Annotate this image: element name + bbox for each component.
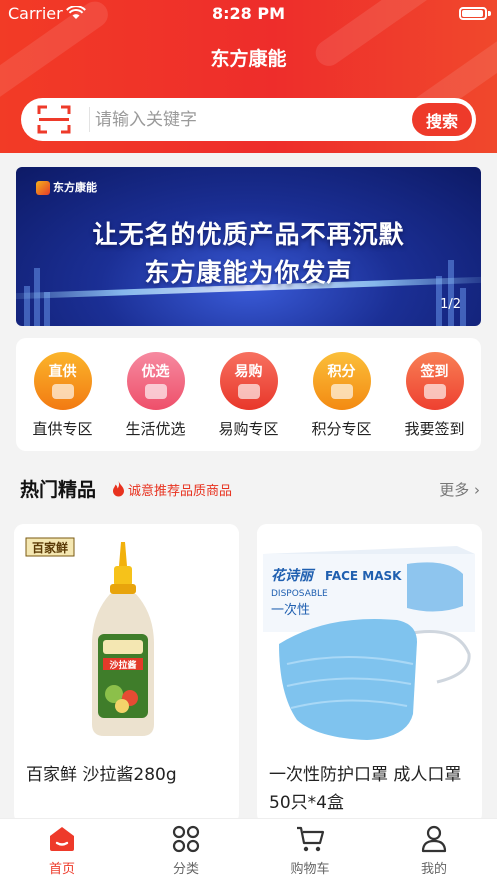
category-label: 生活优选 bbox=[125, 420, 186, 438]
cart-icon bbox=[237, 384, 260, 399]
tab-label: 分类 bbox=[172, 862, 199, 877]
page-title: 东方康能 bbox=[210, 48, 287, 70]
fire-icon bbox=[113, 481, 124, 497]
category-points[interactable]: 积分 积分专区 bbox=[295, 352, 388, 439]
scan-icon[interactable] bbox=[37, 104, 71, 135]
chevron-right-icon: › bbox=[474, 481, 480, 499]
category-check-in[interactable]: 签到 我要签到 bbox=[388, 352, 481, 439]
grid-icon bbox=[172, 825, 200, 853]
svg-text:FACE MASK: FACE MASK bbox=[325, 569, 402, 583]
svg-text:花诗丽: 花诗丽 bbox=[271, 567, 316, 584]
status-bar: Carrier 8:28 PM bbox=[0, 0, 497, 28]
banner-logo: 东方康能 bbox=[36, 179, 97, 195]
clock: 8:28 PM bbox=[211, 4, 285, 23]
coupon-icon bbox=[144, 384, 167, 399]
category-life-select[interactable]: 优选 生活优选 bbox=[109, 352, 202, 439]
category-badge-icon: 直供 bbox=[33, 352, 92, 410]
tab-label: 首页 bbox=[48, 862, 75, 877]
promo-banner[interactable]: 东方康能 让无名的优质产品不再沉默 东方康能为你发声 1/2 bbox=[16, 167, 481, 326]
category-label: 积分专区 bbox=[311, 420, 372, 438]
category-label: 直供专区 bbox=[32, 420, 93, 438]
tab-cart[interactable]: 购物车 bbox=[248, 825, 372, 877]
category-badge-icon: 优选 bbox=[126, 352, 185, 410]
section-title: 热门精品 bbox=[20, 479, 97, 501]
product-name: 百家鲜 沙拉酱280g bbox=[26, 765, 177, 785]
svg-text:一次性: 一次性 bbox=[271, 602, 310, 618]
product-card[interactable]: 花诗丽 FACE MASK DISPOSABLE 一次性 一次性防护口罩 成人口… bbox=[257, 524, 482, 824]
category-label: 我要签到 bbox=[404, 420, 465, 438]
shopping-cart-icon bbox=[297, 826, 325, 852]
banner-headline: 让无名的优质产品不再沉默 bbox=[92, 220, 405, 249]
brand-logo-icon bbox=[36, 181, 50, 195]
box-icon bbox=[51, 384, 74, 399]
category-easy-buy[interactable]: 易购 易购专区 bbox=[202, 352, 295, 439]
category-badge-icon: 签到 bbox=[405, 352, 464, 410]
app-header: Carrier 8:28 PM 东方康能 搜索 bbox=[0, 0, 497, 153]
category-badge-icon: 积分 bbox=[312, 352, 371, 410]
banner-pager: 1/2 bbox=[440, 297, 461, 312]
hot-section-header: 热门精品 诚意推荐品质商品 更多 › bbox=[20, 475, 480, 503]
more-link[interactable]: 更多 › bbox=[439, 479, 480, 500]
svg-text:百家鲜: 百家鲜 bbox=[32, 540, 68, 555]
tab-label: 购物车 bbox=[290, 862, 330, 877]
search-divider bbox=[89, 107, 90, 132]
banner-subheadline: 东方康能为你发声 bbox=[144, 258, 353, 287]
category-label: 易购专区 bbox=[218, 420, 279, 438]
tab-home[interactable]: 首页 bbox=[0, 825, 124, 877]
bottom-tab-bar: 首页 分类 购物车 我的 bbox=[0, 818, 497, 883]
svg-text:沙拉酱: 沙拉酱 bbox=[109, 659, 136, 671]
svg-text:DISPOSABLE: DISPOSABLE bbox=[271, 589, 328, 599]
section-subtitle: 诚意推荐品质商品 bbox=[128, 484, 233, 499]
coin-icon bbox=[330, 384, 353, 399]
search-bar: 搜索 bbox=[21, 98, 476, 141]
home-icon bbox=[50, 827, 74, 851]
battery-icon bbox=[459, 7, 487, 20]
search-input[interactable] bbox=[95, 100, 405, 139]
tab-category[interactable]: 分类 bbox=[124, 825, 248, 877]
category-direct-supply[interactable]: 直供 直供专区 bbox=[16, 352, 109, 439]
product-name: 一次性防护口罩 成人口罩50只*4盒 bbox=[269, 765, 462, 813]
search-button[interactable]: 搜索 bbox=[412, 103, 472, 136]
product-card[interactable]: 百家鲜 沙拉酱 百家鲜 沙拉酱280g bbox=[14, 524, 239, 824]
product-image-face-mask: 花诗丽 FACE MASK DISPOSABLE 一次性 bbox=[257, 524, 482, 749]
product-image-salad-dressing: 百家鲜 沙拉酱 bbox=[14, 524, 239, 749]
calendar-icon bbox=[423, 384, 446, 399]
tab-label: 我的 bbox=[420, 862, 447, 877]
battery-nub bbox=[488, 11, 491, 16]
user-icon bbox=[421, 825, 447, 853]
tab-profile[interactable]: 我的 bbox=[372, 825, 496, 877]
category-grid: 直供 直供专区 优选 生活优选 易购 易购专区 积分 积分专区 签到 我要签到 bbox=[16, 338, 481, 451]
category-badge-icon: 易购 bbox=[219, 352, 278, 410]
